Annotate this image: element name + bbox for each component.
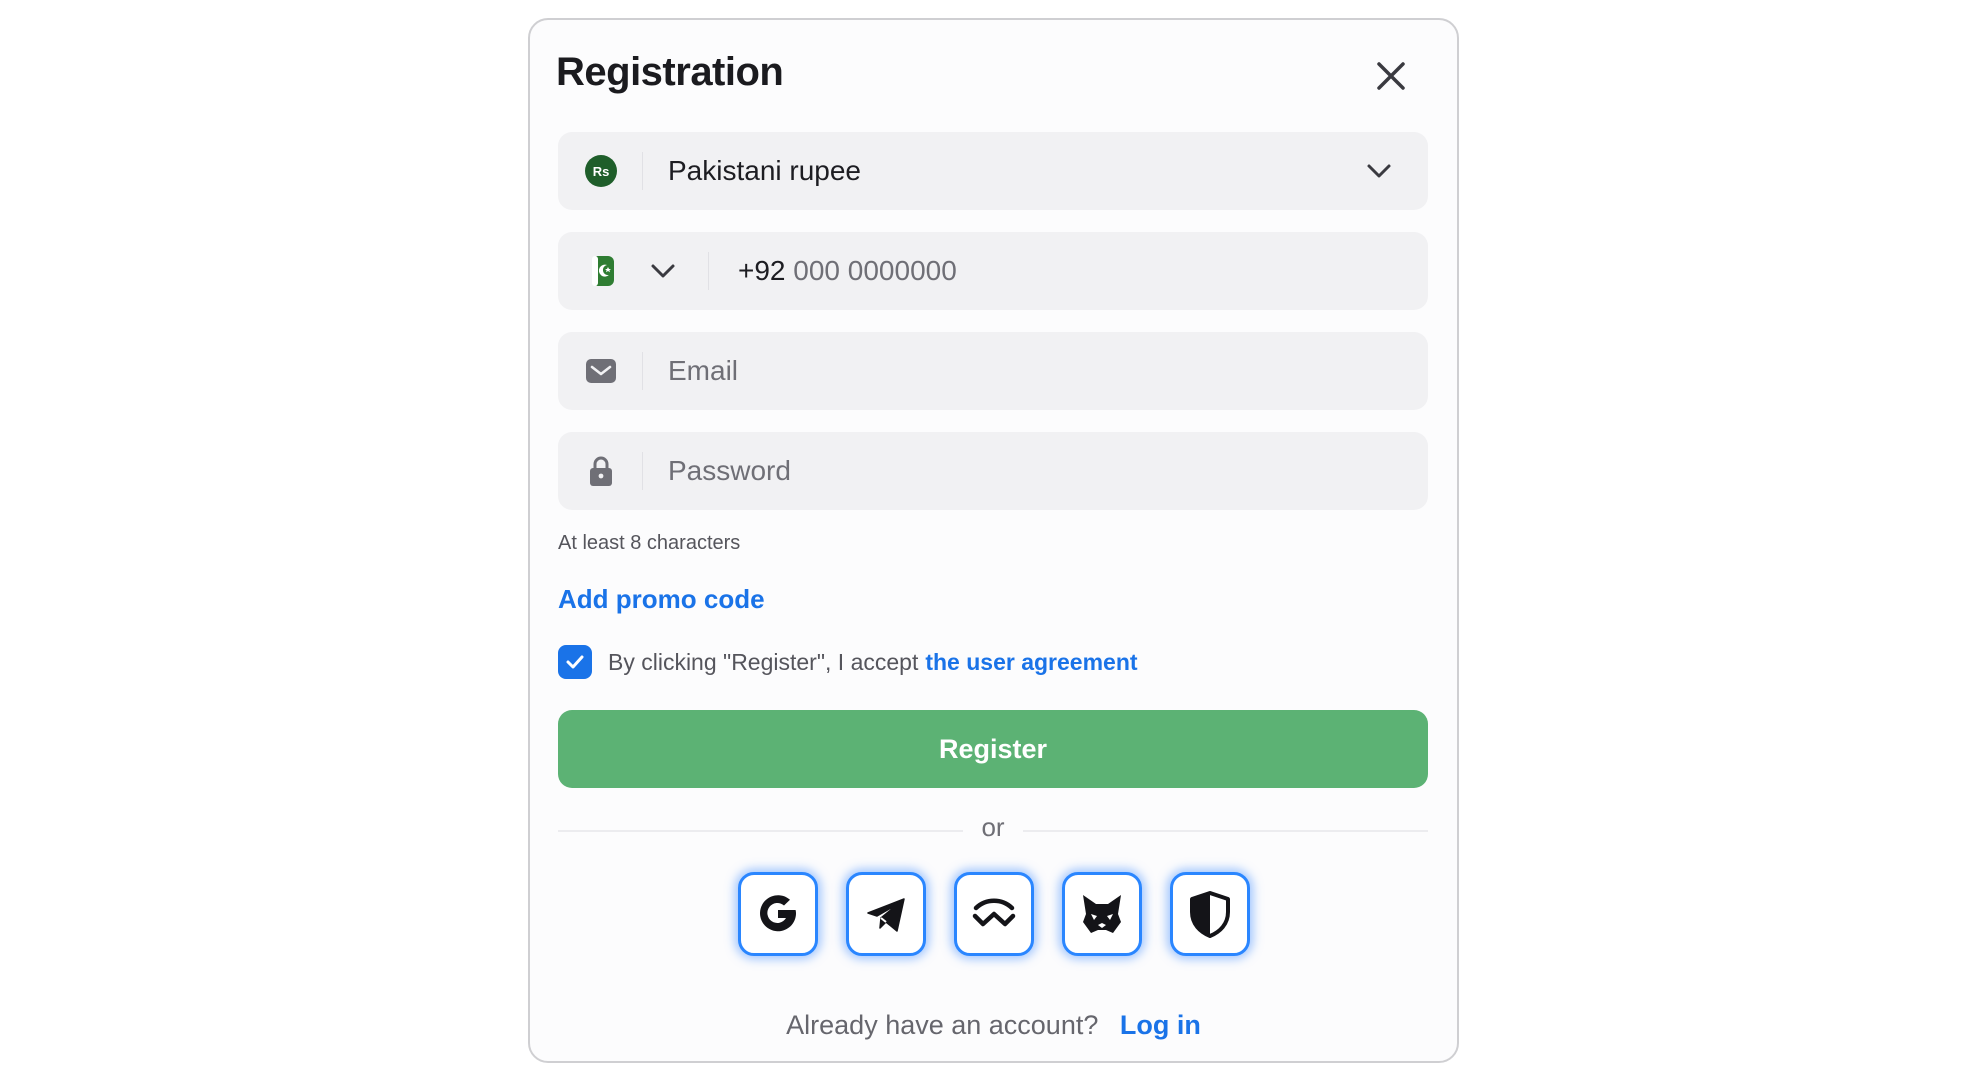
envelope-icon <box>584 354 618 388</box>
modal-title: Registration <box>556 50 784 94</box>
pakistan-flag-icon[interactable] <box>586 254 620 288</box>
phone-field[interactable]: +92 000 0000000 <box>558 232 1428 310</box>
email-input[interactable]: Email <box>668 332 738 410</box>
phone-prefix: +92 <box>738 255 786 286</box>
login-link[interactable]: Log in <box>1120 1010 1201 1040</box>
add-promo-code-link[interactable]: Add promo code <box>558 584 765 615</box>
lock-icon <box>584 454 618 488</box>
telegram-icon <box>866 898 905 932</box>
walletconnect-icon <box>972 898 1015 927</box>
currency-badge-icon: Rs <box>584 154 618 188</box>
close-button[interactable] <box>1371 56 1411 96</box>
checkmark-icon <box>566 655 584 669</box>
agreement-row: By clicking "Register", I accept the use… <box>558 644 1138 680</box>
field-separator <box>642 452 643 490</box>
telegram-login-button[interactable] <box>845 872 926 956</box>
register-button[interactable]: Register <box>558 710 1428 788</box>
field-separator <box>642 152 643 190</box>
login-row: Already have an account? Log in <box>530 1010 1457 1041</box>
close-icon <box>1377 62 1405 90</box>
shield-icon <box>1189 891 1230 938</box>
password-hint: At least 8 characters <box>558 532 741 554</box>
registration-modal: Registration Rs Pakistani rupee +92 000 … <box>528 18 1459 1063</box>
user-agreement-link[interactable]: the user agreement <box>925 649 1137 676</box>
walletconnect-login-button[interactable] <box>953 872 1034 956</box>
metamask-login-button[interactable] <box>1061 872 1142 956</box>
agreement-text: By clicking "Register", I accept <box>608 648 919 675</box>
shield-login-button[interactable] <box>1169 872 1250 956</box>
phone-placeholder: 000 0000000 <box>793 255 957 286</box>
divider-text: or <box>981 812 1005 842</box>
country-chevron-down-icon[interactable] <box>646 254 680 288</box>
password-field[interactable]: Password <box>558 432 1428 510</box>
currency-value: Pakistani rupee <box>668 155 862 186</box>
google-login-button[interactable] <box>737 872 818 956</box>
email-field[interactable]: Email <box>558 332 1428 410</box>
social-login-row <box>530 872 1457 956</box>
phone-input[interactable]: +92 000 0000000 <box>738 232 957 310</box>
metamask-fox-icon <box>1082 895 1121 933</box>
field-separator <box>708 252 709 290</box>
or-divider: or <box>558 810 1428 850</box>
field-separator <box>642 352 643 390</box>
login-question: Already have an account? <box>786 1010 1099 1040</box>
currency-select[interactable]: Rs Pakistani rupee <box>558 132 1428 210</box>
agreement-checkbox[interactable] <box>558 645 592 679</box>
google-icon <box>759 895 796 932</box>
password-input[interactable]: Password <box>668 432 791 510</box>
chevron-down-icon <box>1367 164 1391 178</box>
